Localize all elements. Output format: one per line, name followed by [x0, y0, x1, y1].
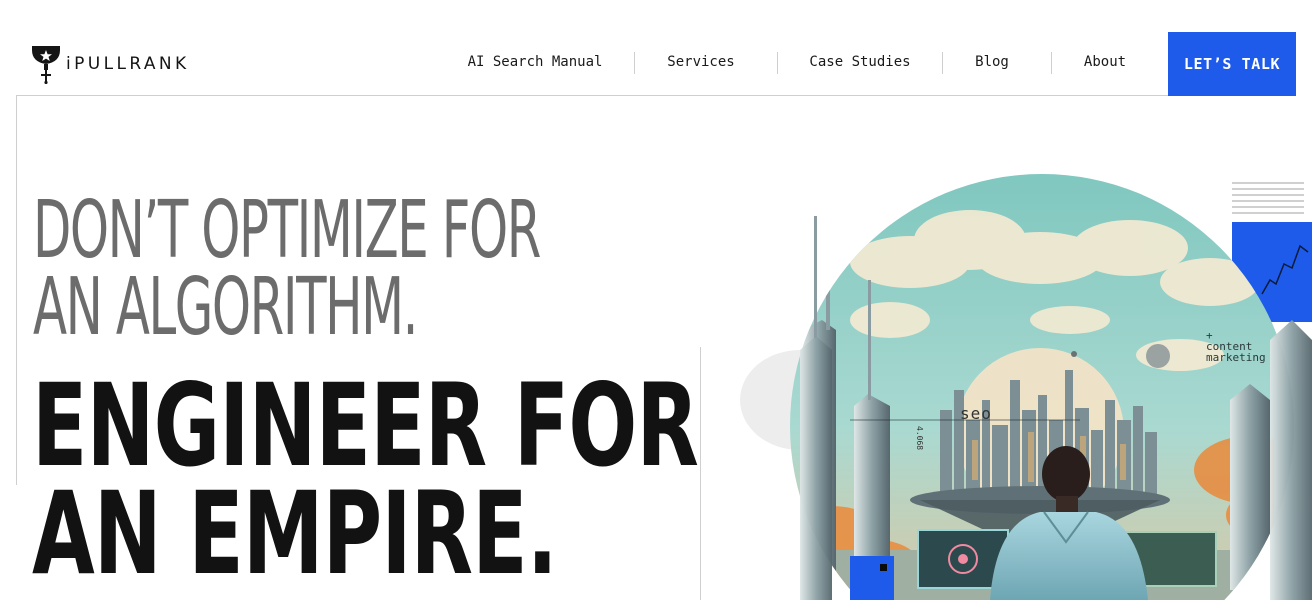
frame-line-left: [16, 95, 17, 485]
nav-divider: [634, 52, 635, 74]
nav-case-studies[interactable]: Case Studies: [804, 50, 916, 74]
nav-divider: [942, 52, 943, 74]
nav-blog[interactable]: Blog: [968, 50, 1016, 74]
nav-about[interactable]: About: [1078, 50, 1132, 74]
nav-divider: [777, 52, 778, 74]
frame-line-top: [16, 95, 1168, 96]
accent-dot: [880, 564, 887, 571]
nav-services[interactable]: Services: [660, 50, 742, 74]
art-seo-label: seo: [960, 404, 992, 423]
hero-subheading: DON’T OPTIMIZE FOR AN ALGORITHM.: [33, 191, 541, 347]
blue-accent-block: [850, 556, 894, 600]
hero-line-4: AN EMPIRE.: [32, 467, 558, 600]
art-vertical-label: 4.068: [915, 426, 924, 451]
nav-divider: [1051, 52, 1052, 74]
main-nav: AI Search Manual Services Case Studies B…: [0, 50, 1312, 74]
hero-city-illustration: [740, 174, 1312, 600]
lets-talk-button[interactable]: LET’S TALK: [1168, 32, 1296, 96]
nav-ai-search-manual[interactable]: AI Search Manual: [462, 50, 608, 74]
art-caption: + content marketing: [1206, 329, 1266, 364]
hero-line-2: AN ALGORITHM.: [33, 261, 418, 353]
frame-line-mid: [700, 347, 701, 600]
site-header: iPULLRANK AI Search Manual Services Case…: [0, 0, 1312, 96]
hero-heading: ENGINEER FOR AN EMPIRE.: [32, 369, 699, 591]
